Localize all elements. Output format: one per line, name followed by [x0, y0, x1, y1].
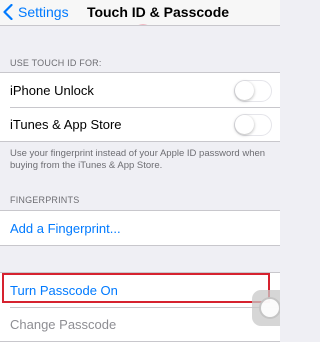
iphone-unlock-toggle[interactable] — [234, 80, 272, 102]
passcode-group: Turn Passcode On Change Passcode — [0, 272, 280, 342]
assistive-touch-ring — [259, 297, 280, 319]
turn-passcode-on-label: Turn Passcode On — [10, 282, 118, 298]
iphone-unlock-label: iPhone Unlock — [10, 82, 94, 98]
navigation-bar: Settings Touch ID & Passcode — [0, 0, 280, 26]
touch-id-section-header: USE TOUCH ID FOR: — [10, 58, 102, 68]
touch-id-group: iPhone Unlock iTunes & App Store — [0, 72, 280, 142]
page-title: Touch ID & Passcode — [86, 4, 230, 20]
change-passcode-label: Change Passcode — [10, 316, 117, 332]
toggle-knob — [235, 81, 254, 100]
fingerprints-section-header: FINGERPRINTS — [10, 195, 80, 205]
fingerprints-group: Add a Fingerprint... — [0, 210, 280, 246]
add-fingerprint-label: Add a Fingerprint... — [10, 220, 121, 236]
toggle-knob — [235, 115, 254, 134]
add-fingerprint-row[interactable]: Add a Fingerprint... — [0, 211, 280, 245]
touch-id-footer-note: Use your fingerprint instead of your App… — [10, 148, 266, 171]
turn-passcode-on-row[interactable]: Turn Passcode On — [0, 273, 280, 307]
settings-screen: Settings Touch ID & Passcode USE TOUCH I… — [0, 0, 280, 342]
fingerprint-icon — [139, 24, 147, 25]
change-passcode-row[interactable]: Change Passcode — [0, 307, 280, 341]
itunes-app-store-row[interactable]: iTunes & App Store — [0, 107, 280, 141]
itunes-app-store-toggle[interactable] — [234, 114, 272, 136]
iphone-unlock-row[interactable]: iPhone Unlock — [0, 73, 280, 107]
itunes-app-store-label: iTunes & App Store — [10, 116, 122, 132]
assistive-touch-icon[interactable] — [252, 290, 280, 326]
